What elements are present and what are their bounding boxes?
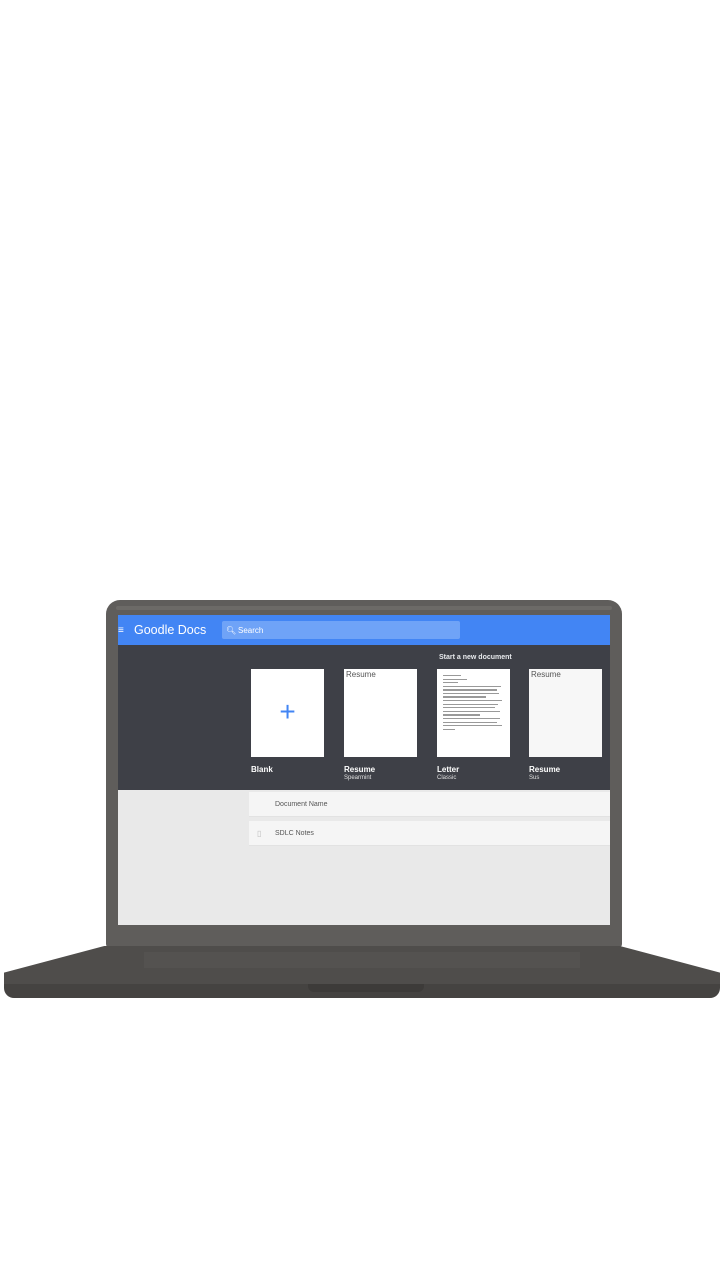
template-name: Resume	[529, 765, 561, 774]
plus-icon: +	[279, 696, 296, 727]
document-name: Document Name	[275, 800, 328, 808]
template-blank[interactable]: + Blank	[251, 669, 324, 789]
laptop-base	[4, 946, 720, 998]
broken-image-alt-text: Resume	[531, 670, 561, 679]
broken-image-alt-text: Resume	[346, 670, 376, 679]
search-placeholder: Search	[238, 625, 264, 635]
template-name: Resume	[344, 765, 376, 774]
template-gallery-heading: Start a new document	[439, 654, 512, 661]
template-name: Letter	[437, 765, 460, 774]
template-gallery: Start a new document + Blank Resume Resu…	[118, 645, 610, 790]
app-title: Goodle Docs	[134, 623, 207, 637]
template-resume-spearmint[interactable]: Resume Resume Spearmint	[344, 669, 417, 789]
template-subtitle: Sus	[529, 775, 540, 781]
laptop-notch	[308, 984, 424, 992]
template-resume-sus[interactable]: Resume Resume Sus	[529, 669, 602, 789]
template-thumbnail[interactable]: Resume	[344, 669, 417, 757]
template-thumbnail[interactable]: +	[251, 669, 324, 757]
doc-icon: ▯	[257, 828, 262, 838]
template-name: Blank	[251, 765, 273, 774]
template-letter-classic[interactable]: Letter Classic	[437, 669, 510, 789]
menu-icon[interactable]: ≡	[118, 625, 130, 636]
search-input[interactable]: 🔍︎ Search	[222, 621, 460, 639]
document-row[interactable]: Document Name	[249, 792, 610, 817]
template-subtitle: Classic	[437, 775, 457, 781]
app-bar: ≡ Goodle Docs 🔍︎ Search	[118, 615, 610, 645]
template-thumbnail[interactable]	[437, 669, 510, 757]
document-row[interactable]: ▯ SDLC Notes	[249, 821, 610, 846]
laptop-camera-bezel	[116, 606, 612, 610]
template-thumbnail[interactable]: Resume	[529, 669, 602, 757]
laptop-screen: ≡ Goodle Docs 🔍︎ Search Start a new docu…	[118, 615, 610, 925]
template-subtitle: Spearmint	[344, 775, 372, 781]
document-list: Document Name ▯ SDLC Notes	[249, 792, 610, 850]
search-icon: 🔍︎	[226, 625, 237, 635]
document-name: SDLC Notes	[275, 829, 314, 837]
keyboard	[144, 952, 580, 968]
letter-preview	[443, 675, 504, 732]
